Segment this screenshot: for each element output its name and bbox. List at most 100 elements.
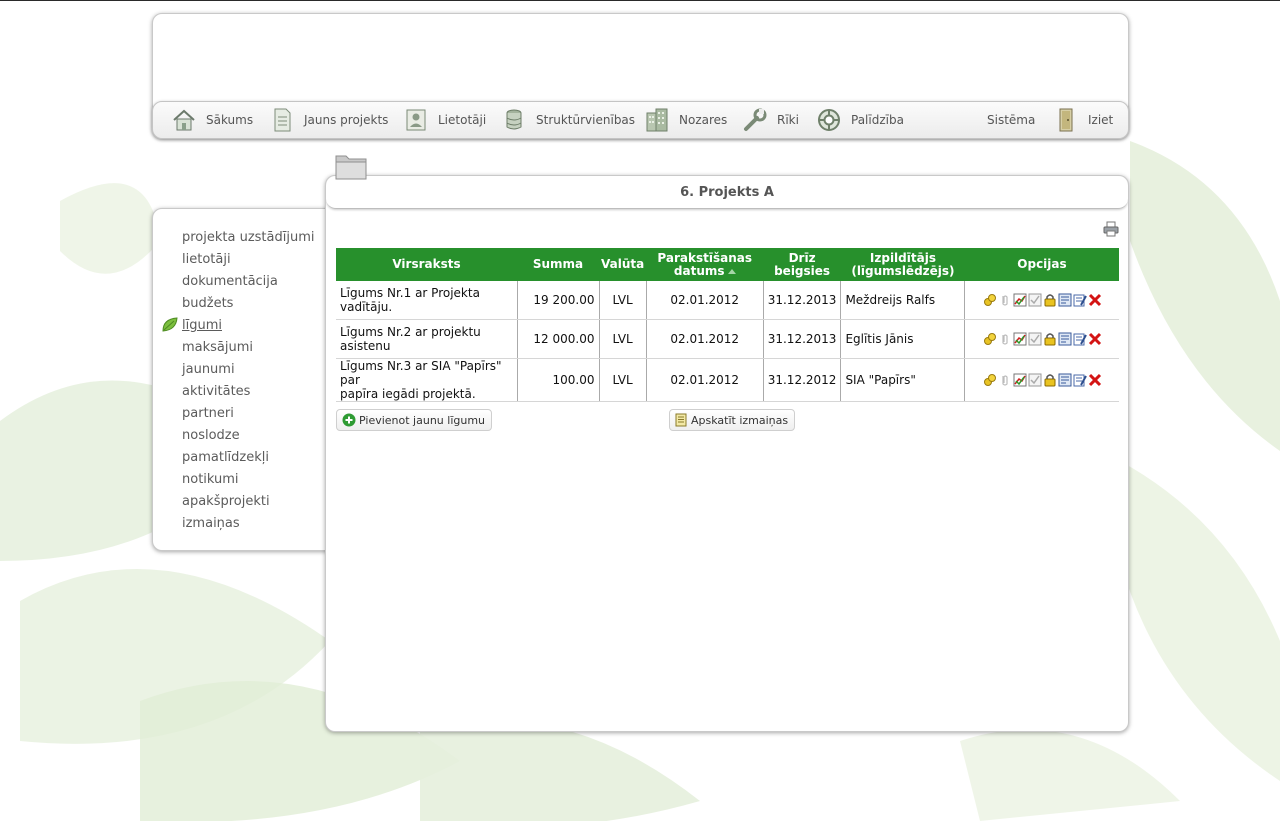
nav-help[interactable]: Palīdzība bbox=[816, 102, 904, 138]
sidebar-item[interactable]: maksājumi bbox=[182, 339, 315, 361]
lock-icon[interactable] bbox=[1043, 332, 1057, 346]
chart-icon[interactable] bbox=[1013, 332, 1027, 346]
table-body: Līgums Nr.1 ar Projekta vadītāju. 19 200.0… bbox=[336, 281, 1119, 402]
col-signed-date[interactable]: Parakstīšanas datums bbox=[646, 248, 764, 281]
delete-icon[interactable] bbox=[1088, 332, 1102, 346]
page-title: 6. Projekts A bbox=[326, 176, 1128, 209]
nav-sectors[interactable]: Nozares bbox=[644, 102, 727, 138]
sidebar-item-label: projekta uzstādījumi bbox=[182, 230, 315, 245]
table-row[interactable]: Līgums Nr.2 ar projektu asistenu 12 000.00… bbox=[336, 319, 1119, 359]
nav-new-project-label: Jauns projekts bbox=[304, 113, 389, 127]
nav-system[interactable]: Sistēma bbox=[987, 102, 1035, 138]
details-icon[interactable] bbox=[1058, 332, 1072, 346]
cell-contractor: Eglītis Jānis bbox=[840, 319, 966, 359]
lock-icon[interactable] bbox=[1043, 373, 1057, 387]
sidebar-item-label: aktivitātes bbox=[182, 384, 251, 399]
col-sum[interactable]: Summa bbox=[517, 248, 599, 281]
col-ending-soon[interactable]: Drīz beigsies bbox=[763, 248, 841, 281]
home-icon bbox=[171, 107, 197, 133]
sidebar-item[interactable]: lietotāji bbox=[182, 251, 315, 273]
checklist-icon[interactable] bbox=[1028, 293, 1042, 307]
row-options bbox=[969, 373, 1115, 387]
add-icon bbox=[342, 413, 356, 427]
sidebar-item[interactable]: partneri bbox=[182, 405, 315, 427]
details-icon[interactable] bbox=[1058, 373, 1072, 387]
edit-icon[interactable] bbox=[1073, 373, 1087, 387]
nav-logout[interactable]: Iziet bbox=[1053, 102, 1113, 138]
sidebar-item[interactable]: dokumentācija bbox=[182, 273, 315, 295]
building-icon bbox=[644, 107, 670, 133]
chart-icon[interactable] bbox=[1013, 373, 1027, 387]
view-changes-label: Apskatīt izmaiņas bbox=[691, 413, 789, 427]
table-row[interactable]: Līgums Nr.3 ar SIA "Papīrs" par papīra ie… bbox=[336, 358, 1119, 402]
delete-icon[interactable] bbox=[1088, 293, 1102, 307]
paperclip-icon[interactable] bbox=[998, 332, 1012, 346]
nav-home[interactable]: Sākums bbox=[171, 102, 253, 138]
view-changes-button[interactable]: Apskatīt izmaiņas bbox=[669, 409, 796, 431]
nav-tools[interactable]: Rīki bbox=[742, 102, 799, 138]
paperclip-icon[interactable] bbox=[998, 373, 1012, 387]
details-icon[interactable] bbox=[1058, 293, 1072, 307]
nav-users-label: Lietotāji bbox=[438, 113, 487, 127]
cell-end-date: 31.12.2013 bbox=[763, 281, 842, 320]
nav-new-project[interactable]: Jauns projekts bbox=[269, 102, 388, 138]
cell-end-date: 31.12.2013 bbox=[763, 319, 842, 359]
nav-units[interactable]: Struktūrvienības bbox=[501, 102, 635, 138]
sidebar-item-label: lietotāji bbox=[182, 252, 231, 267]
col-contractor[interactable]: Izpildītājs (līgumslēdzējs) bbox=[840, 248, 965, 281]
sidebar-item[interactable]: projekta uzstādījumi bbox=[182, 229, 315, 251]
checklist-icon[interactable] bbox=[1028, 332, 1042, 346]
sidebar-item[interactable]: budžets bbox=[182, 295, 315, 317]
edit-icon[interactable] bbox=[1073, 293, 1087, 307]
col-signed-date-line2: datums bbox=[673, 263, 725, 278]
sidebar-item[interactable]: pamatlīdzekļi bbox=[182, 449, 315, 471]
coins-icon[interactable] bbox=[983, 373, 997, 387]
col-ending-soon-line2: beigsies bbox=[774, 263, 831, 278]
nav-users[interactable]: Lietotāji bbox=[403, 102, 486, 138]
coins-icon[interactable] bbox=[983, 332, 997, 346]
col-currency[interactable]: Valūta bbox=[599, 248, 647, 281]
sidebar-item[interactable]: notikumi bbox=[182, 471, 315, 493]
sidebar-item-label: jaunumi bbox=[182, 362, 235, 377]
nav-sectors-label: Nozares bbox=[679, 113, 728, 127]
row-options bbox=[969, 332, 1115, 346]
table-row[interactable]: Līgums Nr.1 ar Projekta vadītāju. 19 200.0… bbox=[336, 281, 1119, 320]
checklist-icon[interactable] bbox=[1028, 373, 1042, 387]
edit-icon[interactable] bbox=[1073, 332, 1087, 346]
paperclip-icon[interactable] bbox=[998, 293, 1012, 307]
print-icon[interactable] bbox=[1103, 221, 1119, 237]
sidebar-item[interactable]: apakšprojekti bbox=[182, 493, 315, 515]
lock-icon[interactable] bbox=[1043, 293, 1057, 307]
cell-sum: 12 000.00 bbox=[517, 319, 600, 359]
cell-end-date: 31.12.2012 bbox=[763, 358, 842, 402]
sidebar-item[interactable]: noslodze bbox=[182, 427, 315, 449]
coins-icon[interactable] bbox=[983, 293, 997, 307]
add-contract-button[interactable]: Pievienot jaunu līgumu bbox=[336, 409, 493, 431]
sidebar-item-label: izmaiņas bbox=[182, 516, 240, 531]
cell-contractor: Meždreijs Ralfs bbox=[840, 281, 966, 320]
sidebar-item-label: partneri bbox=[182, 406, 234, 421]
cell-title-line1: Līgums Nr.2 ar projektu bbox=[340, 325, 481, 339]
sidebar-item-label: budžets bbox=[182, 296, 234, 311]
cell-currency: LVL bbox=[599, 358, 647, 402]
wrench-icon bbox=[742, 107, 768, 133]
cell-currency: LVL bbox=[599, 281, 647, 320]
main-panel: 6. Projekts A Virsraksts Summa Valūta Pa… bbox=[325, 175, 1129, 732]
cell-currency: LVL bbox=[599, 319, 647, 359]
chart-icon[interactable] bbox=[1013, 293, 1027, 307]
cell-options bbox=[964, 358, 1119, 402]
sidebar-item[interactable]: jaunumi bbox=[182, 361, 315, 383]
cell-title-line2: vadītāju. bbox=[340, 300, 393, 314]
sidebar-item[interactable]: aktivitātes bbox=[182, 383, 315, 405]
cell-contractor: SIA "Papīrs" bbox=[840, 358, 966, 402]
sidebar-item[interactable]: izmaiņas bbox=[182, 515, 315, 537]
delete-icon[interactable] bbox=[1088, 373, 1102, 387]
folder-icon bbox=[335, 155, 367, 180]
col-title[interactable]: Virsraksts bbox=[336, 248, 517, 281]
document-icon bbox=[269, 107, 295, 133]
sidebar-item[interactable]: līgumi bbox=[162, 317, 315, 339]
col-ending-soon-line1: Drīz bbox=[788, 250, 816, 265]
database-icon bbox=[501, 107, 527, 133]
cell-title: Līgums Nr.2 ar projektu asistenu bbox=[336, 319, 518, 359]
sidebar-item-label: noslodze bbox=[182, 428, 240, 443]
